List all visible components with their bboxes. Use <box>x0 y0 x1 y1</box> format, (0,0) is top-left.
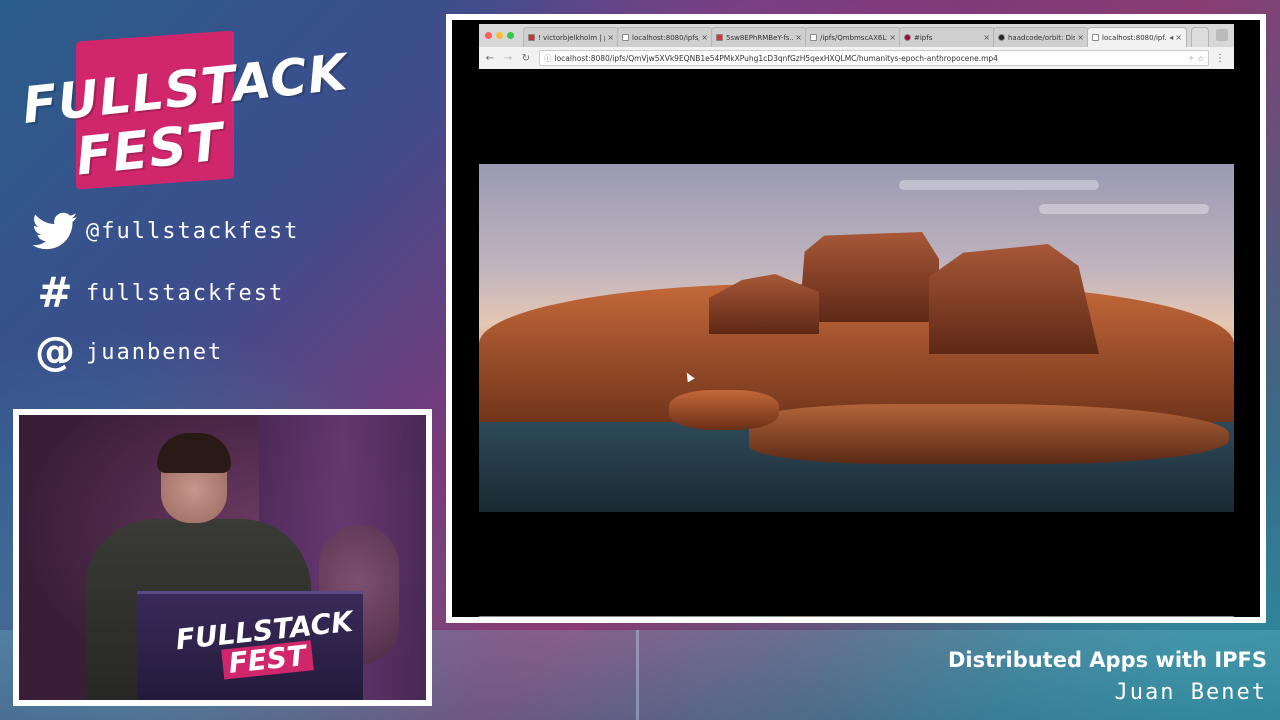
tab-close-icon[interactable]: × <box>983 33 990 42</box>
tab-close-icon[interactable]: × <box>795 33 802 42</box>
floor-line <box>636 630 639 720</box>
speaker-camera-feed: FULLSTACK FEST <box>19 415 426 700</box>
twitter-bird-icon <box>30 210 80 252</box>
cloud <box>899 180 1099 190</box>
page-info-icon[interactable]: ⓘ <box>544 53 552 64</box>
cloud <box>1039 204 1209 214</box>
browser-window: ! victorbjelkholm | pa × localhost:8080/… <box>479 24 1234 69</box>
fullstack-fest-logo: FULLSTACK FEST <box>18 28 350 190</box>
browser-tab[interactable]: #ipfs × <box>899 27 995 47</box>
video-player[interactable] <box>479 164 1234 512</box>
forward-arrow-icon[interactable]: → <box>501 51 515 65</box>
minimize-window-button[interactable] <box>496 32 503 39</box>
browser-tab[interactable]: /ipfs/QmbmscAX6Lx... × <box>805 27 901 47</box>
hashtag-text: fullstackfest <box>86 280 285 306</box>
tab-audio-icon: ◂ <box>1169 33 1174 42</box>
tab-close-icon[interactable]: × <box>1077 33 1084 42</box>
tab-close-icon[interactable]: × <box>607 33 614 42</box>
tab-close-icon[interactable]: × <box>1175 33 1182 42</box>
mesa-rock <box>799 232 939 322</box>
bookmark-star-icon[interactable]: ☆ <box>1197 54 1204 63</box>
podium: FULLSTACK FEST <box>137 591 363 700</box>
tab-bar: ! victorbjelkholm | pa × localhost:8080/… <box>479 24 1234 47</box>
new-tab-button[interactable] <box>1191 27 1209 47</box>
address-bar[interactable]: ⓘ localhost:8080/ipfs/QmVjw5XVk9EQNB1e54… <box>539 50 1209 66</box>
menu-icon[interactable]: ⋮ <box>1213 51 1227 65</box>
browser-tab[interactable]: haadcode/orbit: Dist... × <box>993 27 1089 47</box>
browser-tab[interactable]: ! victorbjelkholm | pa × <box>523 27 619 47</box>
at-sign-icon: @ <box>35 329 75 375</box>
browser-tab[interactable]: 5sw8EPhRMBeY-fs... × <box>711 27 807 47</box>
profile-icon[interactable] <box>1216 29 1228 41</box>
speaker-handle: juanbenet <box>86 339 224 365</box>
talk-title: Distributed Apps with IPFS <box>947 648 1267 672</box>
tab-label: /ipfs/QmbmscAX6Lx... <box>820 33 887 42</box>
shoreline <box>749 404 1229 464</box>
screen-content: ! victorbjelkholm | pa × localhost:8080/… <box>452 20 1260 617</box>
tab-favicon-icon <box>622 34 629 41</box>
social-at: @ juanbenet <box>30 331 223 373</box>
tab-favicon-icon <box>904 34 911 41</box>
github-favicon-icon <box>998 34 1005 41</box>
browser-toolbar: ← → ↻ ⓘ localhost:8080/ipfs/QmVjw5XVk9EQ… <box>479 47 1234 69</box>
twitter-handle: @fullstackfest <box>86 218 300 244</box>
tab-close-icon[interactable]: × <box>889 33 896 42</box>
tab-label: haadcode/orbit: Dist... <box>1008 33 1075 42</box>
address-url: localhost:8080/ipfs/QmVjw5XVk9EQNB1e54PM… <box>554 53 998 63</box>
tab-favicon-icon <box>528 34 535 41</box>
social-twitter: @fullstackfest <box>30 210 299 252</box>
hashtag-icon: # <box>37 268 73 317</box>
close-window-button[interactable] <box>485 32 492 39</box>
talk-speaker-name: Juan Benet <box>1114 680 1267 705</box>
video-progress-bar[interactable] <box>479 616 1234 617</box>
back-arrow-icon[interactable]: ← <box>483 51 497 65</box>
tab-label: localhost:8080/ipfs/... <box>632 33 699 42</box>
social-hashtag: # fullstackfest <box>30 272 284 314</box>
browser-tab-active[interactable]: localhost:8080/ipf... ◂ × <box>1087 27 1187 47</box>
speaker-camera-frame: FULLSTACK FEST <box>13 409 432 706</box>
peninsula <box>669 390 779 430</box>
tab-label: ! victorbjelkholm | pa <box>538 33 606 42</box>
tab-favicon-icon <box>716 34 723 41</box>
reload-icon[interactable]: ↻ <box>519 51 533 65</box>
maximize-window-button[interactable] <box>507 32 514 39</box>
tab-favicon-icon <box>1092 34 1099 41</box>
tab-label: #ipfs <box>914 33 933 42</box>
search-icon[interactable]: ⌕ <box>1189 53 1193 63</box>
tab-favicon-icon <box>810 34 817 41</box>
podium-logo: FULLSTACK FEST <box>174 605 357 684</box>
tab-label: 5sw8EPhRMBeY-fs... <box>726 33 794 42</box>
podium-logo-line2: FEST <box>221 639 314 680</box>
tab-label: localhost:8080/ipf... <box>1102 33 1168 42</box>
browser-tab[interactable]: localhost:8080/ipfs/... × <box>617 27 713 47</box>
tab-close-icon[interactable]: × <box>701 33 708 42</box>
presentation-screen: ! victorbjelkholm | pa × localhost:8080/… <box>446 14 1266 623</box>
speaker-hair <box>157 433 231 473</box>
